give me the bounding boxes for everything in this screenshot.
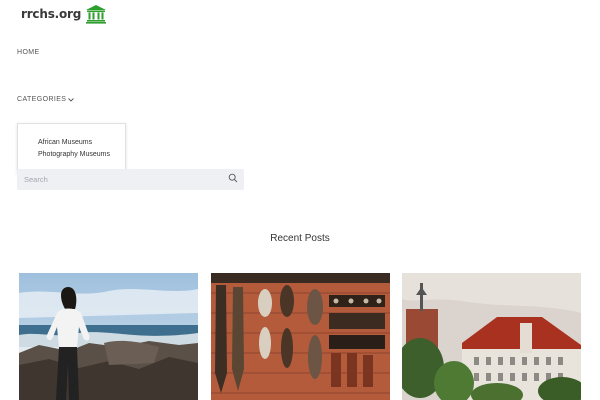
nav-home-link[interactable]: HOME [17, 49, 40, 56]
red-roof-castle-building-photo[interactable] [402, 273, 581, 400]
recent-posts-heading: Recent Posts [270, 233, 330, 244]
post-card-1[interactable] [19, 273, 198, 400]
post-card-2[interactable] [211, 273, 390, 400]
dropdown-item-african-museums[interactable]: African Museums [38, 139, 92, 146]
search-icon[interactable] [228, 173, 238, 183]
woman-on-rocky-beach-photo[interactable] [19, 273, 198, 400]
dropdown-item-photography-museums[interactable]: Photography Museums [38, 151, 110, 158]
post-card-3[interactable] [402, 273, 581, 400]
search-input[interactable] [17, 169, 217, 190]
search-form [17, 169, 244, 190]
site-name[interactable]: rrchs.org [21, 7, 81, 21]
nav-categories-menu[interactable]: CATEGORIES [17, 96, 75, 103]
african-wooden-masks-wall-photo[interactable] [211, 273, 390, 400]
museum-building-icon [86, 5, 107, 24]
site-logo[interactable]: rrchs.org [21, 4, 107, 24]
categories-dropdown: African Museums Photography Museums [17, 123, 126, 174]
nav-categories-label: CATEGORIES [17, 96, 67, 103]
chevron-down-icon [68, 97, 75, 102]
